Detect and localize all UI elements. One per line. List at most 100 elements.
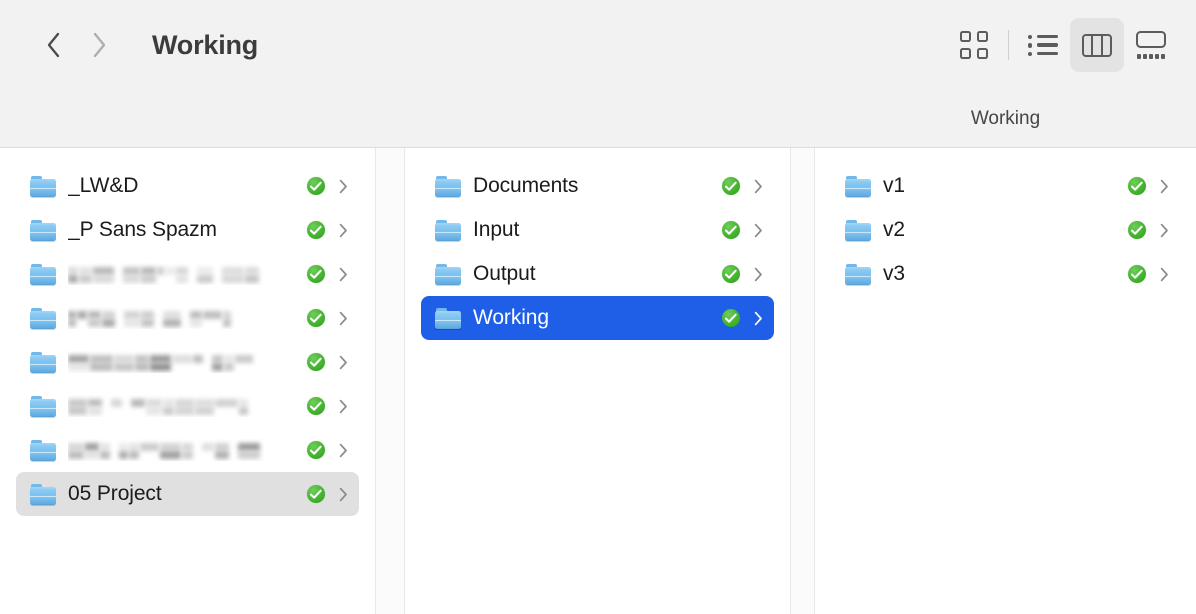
folder-row[interactable]: 05 Project bbox=[16, 472, 359, 516]
column-divider-1[interactable] bbox=[375, 148, 405, 614]
folder-name: Output bbox=[473, 262, 536, 285]
disclosure-chevron-icon[interactable] bbox=[754, 223, 763, 238]
disclosure-chevron-icon[interactable] bbox=[339, 487, 348, 502]
folder-name-redacted bbox=[68, 351, 307, 373]
folder-row[interactable]: v3 bbox=[831, 252, 1180, 296]
folder-icon bbox=[30, 351, 56, 373]
folder-row[interactable]: _P Sans Spazm bbox=[16, 208, 359, 252]
disclosure-chevron-icon[interactable] bbox=[339, 223, 348, 238]
sync-complete-badge bbox=[307, 485, 325, 503]
view-mode-icon-button[interactable] bbox=[947, 18, 1001, 72]
chevron-left-icon bbox=[46, 32, 61, 58]
navigation-buttons bbox=[30, 22, 122, 68]
disclosure-chevron-icon[interactable] bbox=[339, 399, 348, 414]
sync-complete-badge bbox=[307, 177, 325, 195]
column-browser: _LW&D _P Sans Spazm 05 Project Documents In… bbox=[0, 148, 1196, 614]
sync-complete-badge bbox=[722, 221, 740, 239]
toolbar-divider bbox=[1008, 30, 1009, 60]
folder-row[interactable] bbox=[16, 384, 359, 428]
folder-name-redacted bbox=[68, 395, 307, 417]
folder-name: v3 bbox=[883, 262, 905, 285]
view-mode-gallery-button[interactable] bbox=[1124, 18, 1178, 72]
column-1: _LW&D _P Sans Spazm 05 Project bbox=[0, 148, 375, 614]
disclosure-chevron-icon[interactable] bbox=[339, 355, 348, 370]
disclosure-chevron-icon[interactable] bbox=[754, 311, 763, 326]
forward-button[interactable] bbox=[76, 22, 122, 68]
sync-complete-badge bbox=[307, 353, 325, 371]
folder-name: Working bbox=[473, 306, 549, 329]
folder-row[interactable] bbox=[16, 252, 359, 296]
folder-icon bbox=[845, 175, 871, 197]
sync-complete-badge bbox=[1128, 265, 1146, 283]
disclosure-chevron-icon[interactable] bbox=[339, 443, 348, 458]
folder-icon bbox=[845, 219, 871, 241]
sync-complete-badge bbox=[722, 265, 740, 283]
folder-icon bbox=[30, 483, 56, 505]
sync-complete-badge bbox=[722, 177, 740, 195]
folder-icon bbox=[30, 219, 56, 241]
column-3: v1 v2 v3 bbox=[815, 148, 1196, 614]
sync-complete-badge bbox=[307, 397, 325, 415]
disclosure-chevron-icon[interactable] bbox=[339, 179, 348, 194]
disclosure-chevron-icon[interactable] bbox=[1160, 223, 1169, 238]
folder-icon bbox=[435, 219, 461, 241]
folder-name: 05 Project bbox=[68, 482, 162, 505]
disclosure-chevron-icon[interactable] bbox=[1160, 179, 1169, 194]
view-mode-list-button[interactable] bbox=[1016, 18, 1070, 72]
folder-name-redacted bbox=[68, 439, 307, 461]
folder-row[interactable]: Input bbox=[421, 208, 774, 252]
folder-name: _P Sans Spazm bbox=[68, 218, 217, 241]
columns-icon bbox=[1082, 33, 1112, 57]
folder-icon bbox=[30, 395, 56, 417]
disclosure-chevron-icon[interactable] bbox=[1160, 267, 1169, 282]
folder-icon bbox=[435, 175, 461, 197]
sync-complete-badge bbox=[307, 265, 325, 283]
folder-row[interactable]: v1 bbox=[831, 164, 1180, 208]
folder-name: Input bbox=[473, 218, 520, 241]
disclosure-chevron-icon[interactable] bbox=[754, 179, 763, 194]
column-2: Documents Input Output Working bbox=[405, 148, 790, 614]
folder-name: v2 bbox=[883, 218, 905, 241]
disclosure-chevron-icon[interactable] bbox=[339, 267, 348, 282]
sync-complete-badge bbox=[1128, 221, 1146, 239]
folder-row[interactable]: Documents bbox=[421, 164, 774, 208]
folder-name: v1 bbox=[883, 174, 905, 197]
folder-row[interactable] bbox=[16, 428, 359, 472]
finder-window: Working Working _LW&D _P Sans Spazm 05 P… bbox=[0, 0, 1196, 614]
icon-grid-icon bbox=[960, 31, 988, 59]
view-mode-switcher bbox=[947, 18, 1178, 72]
folder-name: Documents bbox=[473, 174, 579, 197]
sync-complete-badge bbox=[307, 309, 325, 327]
gallery-icon bbox=[1136, 31, 1166, 59]
folder-row[interactable]: _LW&D bbox=[16, 164, 359, 208]
toolbar: Working bbox=[0, 0, 1196, 90]
folder-icon bbox=[435, 307, 461, 329]
folder-row[interactable]: Working bbox=[421, 296, 774, 340]
column-divider-2[interactable] bbox=[790, 148, 815, 614]
column-header-band: Working bbox=[0, 90, 1196, 148]
folder-icon bbox=[30, 439, 56, 461]
folder-row[interactable] bbox=[16, 296, 359, 340]
chevron-right-icon bbox=[92, 32, 107, 58]
column-3-header-label: Working bbox=[970, 107, 1041, 129]
sync-complete-badge bbox=[722, 309, 740, 327]
back-button[interactable] bbox=[30, 22, 76, 68]
folder-name: _LW&D bbox=[68, 174, 139, 197]
folder-row[interactable]: Output bbox=[421, 252, 774, 296]
folder-name-redacted bbox=[68, 307, 307, 329]
disclosure-chevron-icon[interactable] bbox=[339, 311, 348, 326]
folder-icon bbox=[30, 263, 56, 285]
sync-complete-badge bbox=[307, 221, 325, 239]
folder-name-redacted bbox=[68, 263, 307, 285]
view-mode-column-button[interactable] bbox=[1070, 18, 1124, 72]
folder-icon bbox=[435, 263, 461, 285]
folder-row[interactable] bbox=[16, 340, 359, 384]
folder-icon bbox=[845, 263, 871, 285]
sync-complete-badge bbox=[1128, 177, 1146, 195]
folder-icon bbox=[30, 307, 56, 329]
sync-complete-badge bbox=[307, 441, 325, 459]
disclosure-chevron-icon[interactable] bbox=[754, 267, 763, 282]
folder-row[interactable]: v2 bbox=[831, 208, 1180, 252]
list-icon bbox=[1028, 34, 1058, 56]
page-title: Working bbox=[152, 29, 259, 60]
